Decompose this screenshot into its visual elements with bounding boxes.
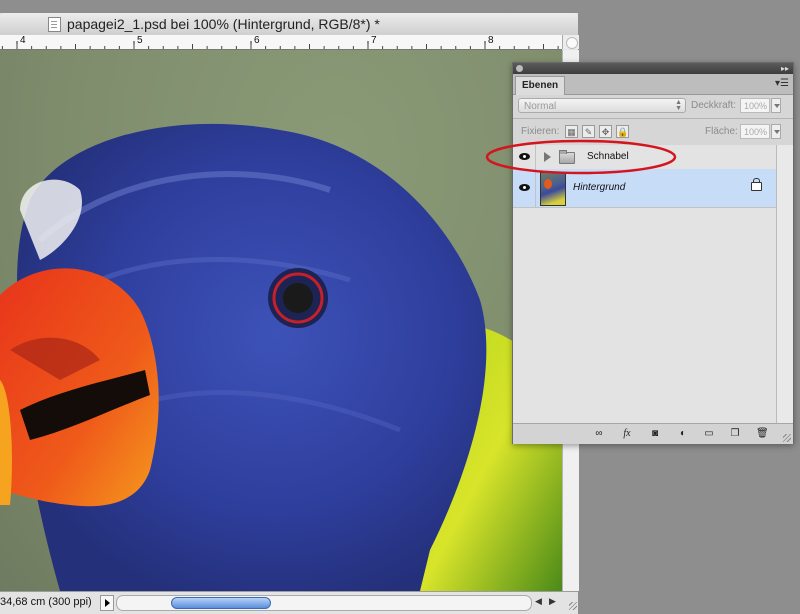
panel-titlebar[interactable]: ▸▸ bbox=[513, 63, 793, 74]
scroll-up-icon[interactable] bbox=[566, 37, 578, 49]
resize-grip[interactable] bbox=[783, 434, 791, 442]
opacity-field[interactable]: 100% bbox=[740, 98, 770, 113]
ruler-number: 4 bbox=[20, 35, 26, 46]
folder-icon[interactable]: ▭ bbox=[703, 428, 715, 439]
updown-icon: ▲ ▼ bbox=[675, 99, 682, 112]
resize-grip[interactable] bbox=[569, 602, 577, 610]
folder-icon bbox=[559, 150, 575, 164]
ruler-number: 6 bbox=[254, 35, 260, 46]
fill-label: Fläche: bbox=[705, 126, 738, 137]
tab-layers[interactable]: Ebenen bbox=[515, 76, 566, 95]
layer-row-hintergrund[interactable]: Hintergrund bbox=[513, 169, 776, 208]
horizontal-ruler[interactable]: 4 5 6 7 8 bbox=[0, 35, 562, 50]
lock-icon bbox=[751, 178, 762, 191]
psd-file-icon bbox=[48, 17, 61, 32]
mask-icon[interactable]: ◙ bbox=[649, 428, 661, 439]
fill-dropdown[interactable] bbox=[771, 124, 781, 139]
parrot-image bbox=[0, 123, 562, 591]
ruler-ticks bbox=[1, 41, 559, 49]
ruler-number: 7 bbox=[371, 35, 377, 46]
blend-mode-select[interactable]: Normal ▲ ▼ bbox=[518, 98, 686, 113]
layer-name: Hintergrund bbox=[573, 182, 626, 193]
ruler-number: 5 bbox=[137, 35, 143, 46]
link-icon[interactable]: ∞ bbox=[593, 428, 605, 439]
layers-list: Schnabel Hintergrund bbox=[513, 145, 793, 425]
new-layer-icon[interactable]: ❐ bbox=[729, 428, 741, 439]
lock-position-button[interactable]: ✥ bbox=[599, 125, 612, 138]
opacity-label: Deckkraft: bbox=[691, 100, 737, 111]
visibility-toggle[interactable] bbox=[513, 145, 536, 169]
document-titlebar[interactable]: papagei2_1.psd bei 100% (Hintergrund, RG… bbox=[0, 13, 578, 36]
document-title: papagei2_1.psd bei 100% (Hintergrund, RG… bbox=[67, 16, 380, 32]
status-menu-button[interactable] bbox=[100, 595, 114, 611]
trash-icon[interactable]: 🗑 bbox=[756, 428, 769, 439]
lock-label: Fixieren: bbox=[521, 126, 560, 137]
fill-field[interactable]: 100% bbox=[740, 124, 770, 139]
scroll-thumb[interactable] bbox=[171, 597, 271, 609]
layer-row-schnabel[interactable]: Schnabel bbox=[513, 145, 776, 170]
document-size-status: 34,68 cm (300 ppi) bbox=[0, 596, 92, 608]
layer-name: Schnabel bbox=[587, 151, 629, 162]
layer-thumbnail bbox=[540, 172, 566, 206]
adjustment-icon[interactable]: ◐ bbox=[677, 428, 689, 439]
expand-arrow-icon[interactable] bbox=[544, 152, 551, 162]
eye-icon bbox=[519, 153, 530, 160]
fx-icon[interactable]: fx bbox=[621, 428, 633, 439]
image-canvas[interactable] bbox=[0, 50, 562, 591]
document-window: papagei2_1.psd bei 100% (Hintergrund, RG… bbox=[0, 13, 579, 614]
visibility-toggle[interactable] bbox=[513, 169, 536, 207]
panel-tab-row: Ebenen ▾☰ bbox=[513, 74, 793, 95]
divider bbox=[513, 118, 793, 119]
lock-pixels-button[interactable]: ✎ bbox=[582, 125, 595, 138]
panel-collapse-icon[interactable]: ▸▸ bbox=[781, 64, 789, 73]
status-bar: 34,68 cm (300 ppi) ◀ ▶ bbox=[0, 591, 578, 614]
blend-mode-value: Normal bbox=[524, 101, 557, 112]
scroll-right-icon[interactable]: ▶ bbox=[549, 596, 556, 607]
ruler-number: 8 bbox=[488, 35, 494, 46]
horizontal-scrollbar[interactable] bbox=[116, 595, 532, 611]
panel-menu-icon[interactable]: ▾☰ bbox=[775, 78, 789, 89]
lock-all-button[interactable]: 🔒 bbox=[616, 125, 629, 138]
scroll-left-icon[interactable]: ◀ bbox=[535, 596, 542, 607]
panel-bottom-toolbar: ∞ fx ◙ ◐ ▭ ❐ 🗑 bbox=[513, 423, 793, 444]
layers-panel: ▸▸ Ebenen ▾☰ Normal ▲ ▼ Deckkraft: 100% F… bbox=[512, 62, 794, 444]
lock-transparency-button[interactable]: ▦ bbox=[565, 125, 578, 138]
opacity-dropdown[interactable] bbox=[771, 98, 781, 113]
eye-icon bbox=[519, 184, 530, 191]
panel-close-icon[interactable] bbox=[516, 65, 523, 72]
layers-scrollbar[interactable] bbox=[776, 145, 793, 425]
scroll-corner bbox=[562, 35, 579, 49]
